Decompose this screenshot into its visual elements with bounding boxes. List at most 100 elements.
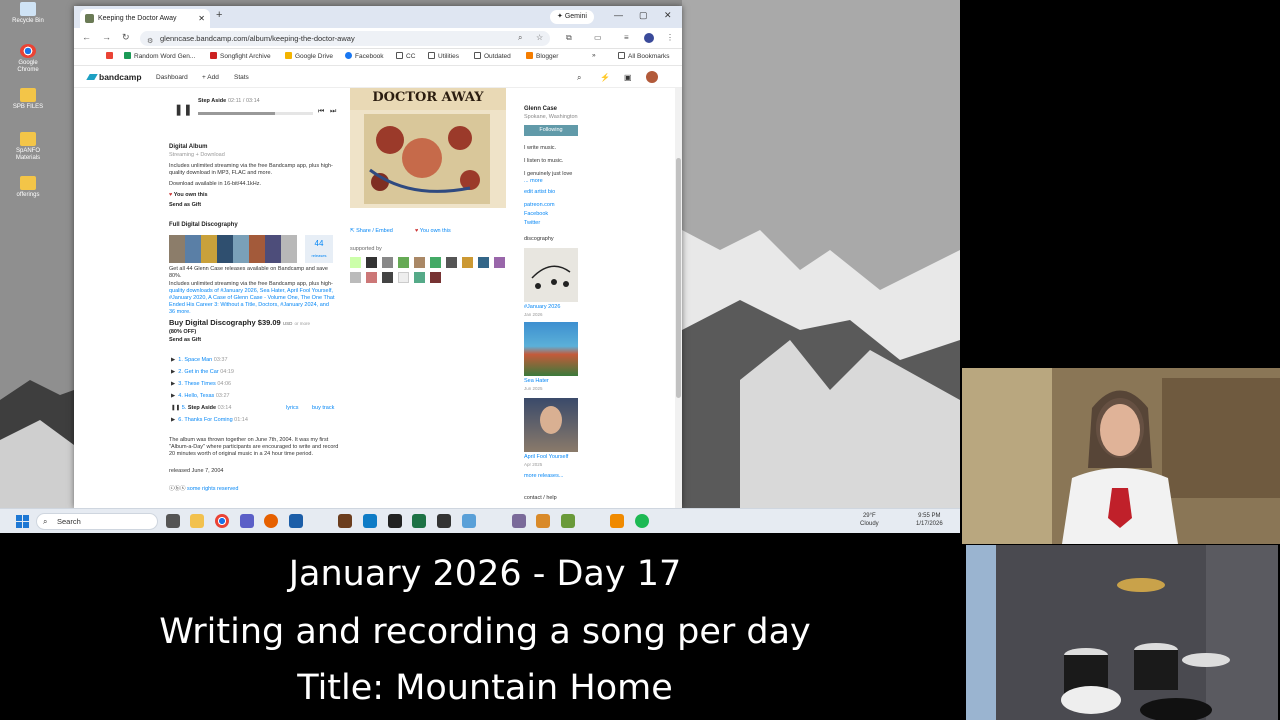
bio-more-link[interactable]: ... more [524,178,543,185]
next-track-icon[interactable]: ⏭ [330,108,336,115]
extensions-icon[interactable]: ⧉ [566,33,572,43]
nav-dashboard[interactable]: Dashboard [156,74,188,81]
task-view-icon[interactable] [166,514,180,528]
page-scrollbar[interactable] [675,88,682,508]
edit-bio-link[interactable]: edit artist bio [524,189,555,196]
maximize-button[interactable]: ▢ [639,10,648,21]
vlc-icon[interactable] [610,514,624,528]
artist-link-facebook[interactable]: Facebook [524,211,548,218]
artist-link-patreon[interactable]: patreon.com [524,202,555,209]
bookmark-folder[interactable]: CC [396,52,415,60]
release-title[interactable]: April Fool Yourself [524,454,568,461]
app-icon[interactable] [561,514,575,528]
back-icon[interactable]: ← [82,32,91,42]
chrome-taskbar-icon[interactable] [215,514,229,528]
supporter-avatar[interactable] [414,257,425,268]
taskbar-search[interactable]: ⌕ Search [36,513,158,530]
bookmark-star-icon[interactable]: ☆ [536,33,543,42]
bookmark-item[interactable]: Songfight Archive [210,52,271,60]
firefox-icon[interactable] [264,514,278,528]
clock[interactable]: 9:55 PM 1/17/2026 [916,512,943,528]
track-row-playing[interactable]: ❚❚ 5. Step Aside 03:14 [171,405,231,412]
discography-more[interactable]: 36 more. [169,309,191,316]
app-icon[interactable] [289,514,303,528]
gemini-button[interactable]: ✦ Gemini [550,10,594,24]
track-row[interactable]: ▶ 1. Space Man 03:37 [171,357,228,364]
discography-includes[interactable]: quality downloads of #January 2026, Sea … [169,288,333,295]
track-title[interactable]: Space Man [184,357,212,363]
bookmark-folder[interactable]: Outdated [474,52,511,60]
windows-start-icon[interactable] [16,515,29,528]
license-link[interactable]: some rights reserved [187,486,238,492]
excel-icon[interactable] [412,514,426,528]
track-title[interactable]: Hello, Texas [184,393,214,399]
supporter-avatar[interactable] [430,272,441,283]
more-releases-link[interactable]: more releases... [524,473,563,480]
contact-help-link[interactable]: contact / help [524,495,557,502]
app-icon[interactable] [338,514,352,528]
bookmark-item[interactable]: Google Drive [285,52,333,60]
buy-track-link[interactable]: buy track [312,405,334,412]
bookmark-item[interactable]: Random Word Gen... [124,52,195,60]
send-as-gift-link[interactable]: Send as Gift [169,337,201,344]
bandcamp-logo[interactable]: bandcamp [88,72,142,82]
recycle-bin-icon[interactable]: Recycle Bin [8,2,48,25]
weather-widget[interactable]: 29°F Cloudy [860,512,879,528]
release-title[interactable]: #January 2026 [524,304,560,311]
cart-icon[interactable]: ▣ [624,73,632,82]
supporter-avatar[interactable] [462,257,473,268]
spotify-icon[interactable] [635,514,649,528]
close-window-button[interactable]: ✕ [664,10,672,21]
app-icon[interactable] [437,514,451,528]
release-cover[interactable] [524,248,578,302]
forward-icon[interactable]: → [102,32,111,42]
prev-track-icon[interactable]: ⏮ [318,108,324,115]
app-icon[interactable] [512,514,526,528]
supporter-avatar[interactable] [382,272,393,283]
release-cover[interactable] [524,322,578,376]
artist-link-twitter[interactable]: Twitter [524,220,540,227]
search-icon[interactable]: ⌕ [577,73,581,83]
supporter-avatar[interactable] [366,272,377,283]
track-row[interactable]: ▶ 3. These Times 04:06 [171,381,231,388]
discography-includes[interactable]: Ended His Career 3: Without a Title, Doc… [169,302,329,309]
url-field[interactable]: ⚙ glenncase.bandcamp.com/album/keeping-t… [140,31,550,46]
more-bookmarks-icon[interactable]: » [592,52,596,59]
zoom-icon[interactable]: ⌕ [518,33,522,43]
following-button[interactable]: Following [524,125,578,136]
supporter-avatar[interactable] [398,272,409,283]
buy-discography-button[interactable]: Buy Digital Discography [169,318,256,327]
supporter-avatar[interactable] [494,257,505,268]
supporter-avatar[interactable] [398,257,409,268]
bookmark-item[interactable]: Facebook [345,52,384,60]
profile-avatar[interactable] [644,33,654,43]
folder-icon[interactable]: SPB FILES [8,88,48,111]
you-own-this-link[interactable]: ♥ You own this [415,228,451,235]
app-icon[interactable] [462,514,476,528]
track-row[interactable]: ▶ 4. Hello, Texas 03:27 [171,393,230,400]
artist-name[interactable]: Glenn Case [524,106,557,113]
supporter-avatar[interactable] [350,257,361,268]
tab-album[interactable]: Keeping the Doctor Away ✕ [80,9,210,28]
supporter-avatar[interactable] [366,257,377,268]
all-bookmarks-folder[interactable]: All Bookmarks [618,52,670,60]
supporter-avatar[interactable] [446,257,457,268]
send-as-gift-link[interactable]: Send as Gift [169,202,201,209]
teams-icon[interactable] [240,514,254,528]
supporter-avatar[interactable] [350,272,361,283]
discography-includes[interactable]: #January 2020, A Case of Glenn Case - Vo… [169,295,335,302]
release-cover[interactable] [524,398,578,452]
site-info-icon[interactable]: ⚙ [147,34,153,49]
track-title[interactable]: Step Aside [188,405,216,411]
menu-icon[interactable]: ⋮ [666,33,674,42]
scrollbar-thumb[interactable] [676,158,681,398]
bookmark-folder[interactable]: Utilities [428,52,459,60]
file-explorer-icon[interactable] [190,514,204,528]
track-title[interactable]: Thanks For Coming [184,417,232,423]
supporter-avatar[interactable] [478,257,489,268]
reload-icon[interactable]: ↻ [122,32,130,43]
share-embed-link[interactable]: ⇱ Share / Embed [350,228,393,235]
tools-icon[interactable]: ≡ [624,33,629,42]
close-tab-icon[interactable]: ✕ [198,9,205,28]
track-title[interactable]: Get in the Car [184,369,218,375]
